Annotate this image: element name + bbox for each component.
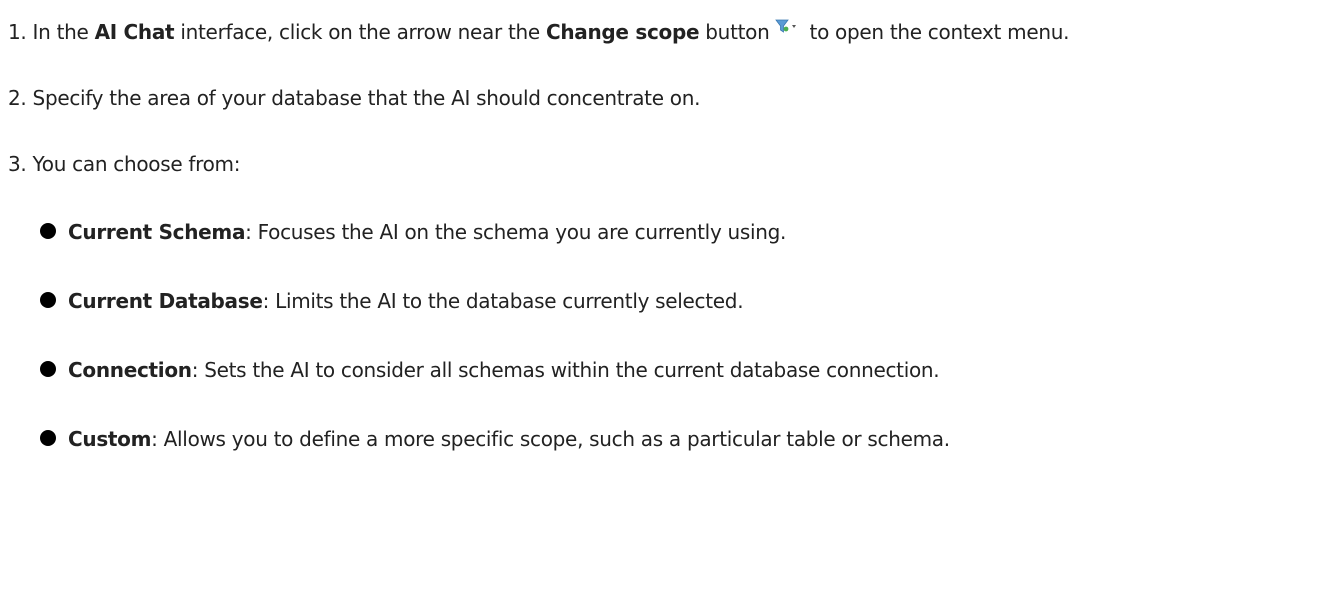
step-text-pre: In the (32, 20, 95, 44)
option-connection: Connection: Sets the AI to consider all … (40, 356, 940, 384)
bullet-icon (40, 291, 56, 308)
step-1: 1. In the AI Chat interface, click on th… (8, 18, 1069, 48)
option-current-database: Current Database: Limits the AI to the d… (40, 287, 744, 315)
option-desc: : Allows you to define a more specific s… (151, 427, 950, 451)
option-desc: : Limits the AI to the database currentl… (262, 289, 744, 313)
step-2: 2. Specify the area of your database tha… (8, 84, 700, 112)
step-text-post: to open the context menu. (803, 20, 1070, 44)
step-text-button: button (699, 20, 770, 44)
option-desc: : Sets the AI to consider all schemas wi… (191, 358, 940, 382)
step-number: 2. (8, 86, 27, 110)
option-current-schema: Current Schema: Focuses the AI on the sc… (40, 218, 786, 246)
change-scope-term: Change scope (545, 20, 700, 44)
step-text: Specify the area of your database that t… (32, 86, 701, 110)
bullet-icon (40, 360, 56, 377)
option-title: Current Database (68, 289, 263, 313)
step-text-mid: interface, click on the arrow near the (174, 20, 546, 44)
filter-dropdown-icon (775, 14, 797, 42)
option-title: Current Schema (68, 220, 246, 244)
ai-chat-term: AI Chat (94, 20, 175, 44)
option-title: Connection (68, 358, 192, 382)
option-custom: Custom: Allows you to define a more spec… (40, 425, 950, 453)
bullet-icon (40, 429, 56, 446)
option-desc: : Focuses the AI on the schema you are c… (245, 220, 787, 244)
step-number: 1. (8, 20, 27, 44)
step-3: 3. You can choose from: (8, 150, 240, 178)
option-title: Custom (68, 427, 152, 451)
bullet-icon (40, 222, 56, 239)
step-number: 3. (8, 152, 27, 176)
step-text: You can choose from: (32, 152, 241, 176)
